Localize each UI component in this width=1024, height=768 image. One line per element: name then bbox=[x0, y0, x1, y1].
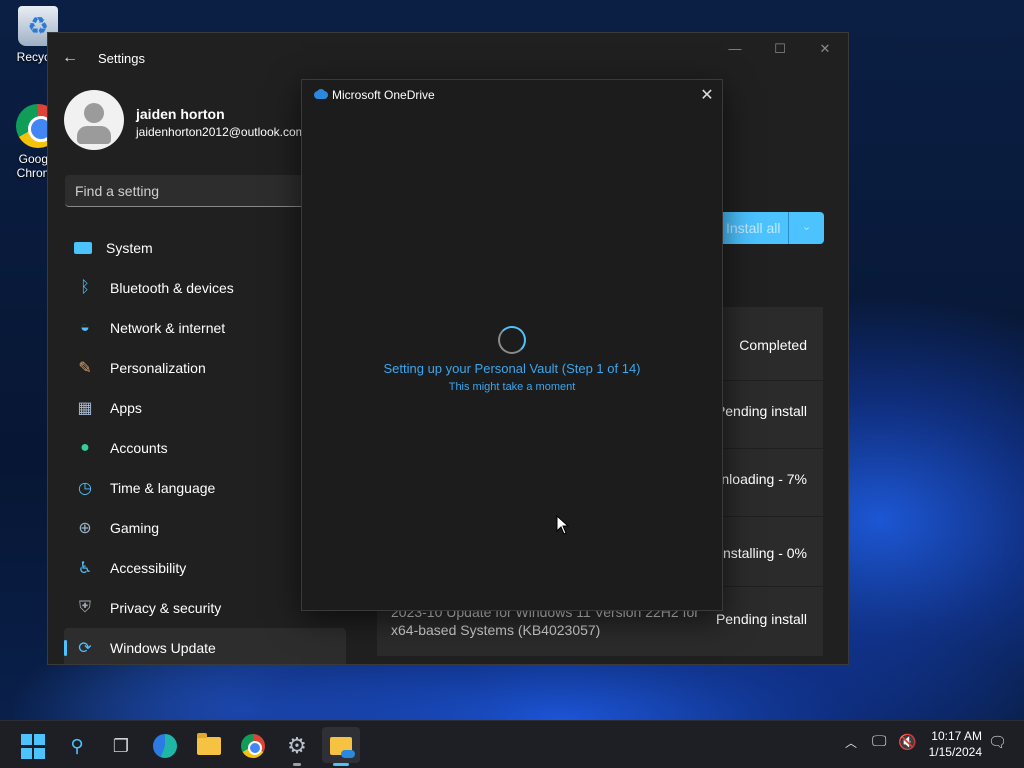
bluetooth-icon: ᛒ bbox=[80, 279, 90, 296]
sidebar-item-label: Privacy & security bbox=[110, 600, 222, 616]
chrome-icon[interactable] bbox=[240, 733, 266, 759]
close-button[interactable]: ✕ bbox=[810, 41, 840, 61]
update-status: Completed bbox=[739, 337, 807, 353]
install-all-button[interactable]: Install all ⌄ bbox=[718, 212, 824, 244]
gamepad-icon: ⊕ bbox=[78, 520, 92, 537]
loading-spinner-icon bbox=[498, 326, 526, 354]
minimize-button[interactable]: — bbox=[720, 41, 750, 61]
close-icon[interactable]: ✕ bbox=[696, 85, 718, 105]
settings-titlebar[interactable]: ← Settings — ☐ ✕ bbox=[48, 33, 848, 83]
accessibility-icon: ♿ bbox=[77, 560, 93, 577]
maximize-button[interactable]: ☐ bbox=[765, 41, 795, 61]
update-status: Pending install bbox=[715, 403, 807, 419]
sidebar-item-label: Personalization bbox=[110, 360, 206, 376]
brush-icon: ✎ bbox=[78, 360, 92, 377]
clock-time[interactable]: 10:17 AM bbox=[930, 729, 982, 743]
sidebar-item-label: Time & language bbox=[110, 480, 216, 496]
sidebar-item-label: Network & internet bbox=[110, 320, 226, 336]
update-title-line2: x64-based Systems (KB4023057) bbox=[391, 622, 601, 638]
update-status: Installing - 0% bbox=[719, 545, 807, 561]
search-icon[interactable]: ⚲ bbox=[64, 733, 90, 759]
settings-gear-icon[interactable]: ⚙ bbox=[284, 733, 310, 759]
update-icon: ⟳ bbox=[78, 640, 92, 657]
update-status: Pending install bbox=[715, 611, 807, 627]
sidebar-item-label: Apps bbox=[110, 400, 142, 416]
system-icon bbox=[74, 242, 92, 254]
onedrive-dialog: Microsoft OneDrive ✕ Setting up your Per… bbox=[301, 79, 723, 611]
taskbar: ⚲ ❐ ⚙ bbox=[0, 720, 1024, 768]
avatar[interactable] bbox=[64, 90, 124, 150]
shield-icon: ⛨ bbox=[78, 599, 91, 616]
volume-muted-icon[interactable]: 🔇 bbox=[898, 733, 917, 751]
user-email: jaidenhorton2012@outlook.com bbox=[136, 125, 306, 139]
mouse-cursor-icon bbox=[556, 515, 570, 535]
onedrive-folder-icon[interactable] bbox=[328, 733, 355, 759]
wifi-icon: ◒ bbox=[80, 319, 90, 336]
active-indicator bbox=[333, 763, 349, 766]
apps-icon: ▦ bbox=[77, 400, 93, 417]
sidebar-item-label: Bluetooth & devices bbox=[110, 280, 234, 296]
file-explorer-icon[interactable] bbox=[196, 733, 222, 759]
clock-date[interactable]: 1/15/2024 bbox=[922, 745, 982, 759]
user-name: jaiden horton bbox=[136, 106, 225, 122]
network-icon[interactable]: 🖵 bbox=[872, 733, 886, 750]
onedrive-cloud-icon bbox=[312, 89, 328, 99]
chevron-down-icon[interactable]: ⌄ bbox=[789, 212, 824, 244]
user-icon-head bbox=[84, 103, 104, 123]
install-all-label: Install all bbox=[726, 220, 781, 236]
account-icon: ● bbox=[80, 439, 90, 456]
chevron-up-icon[interactable]: ︿ bbox=[845, 734, 857, 751]
user-icon-body bbox=[77, 126, 111, 144]
window-title: Settings bbox=[98, 51, 145, 66]
task-view-icon[interactable]: ❐ bbox=[108, 733, 134, 759]
back-arrow-icon[interactable]: ← bbox=[62, 49, 84, 69]
clock-globe-icon: ◷ bbox=[78, 480, 92, 497]
sidebar-item-label: Accessibility bbox=[110, 560, 187, 576]
notification-icon[interactable]: 🗨 bbox=[988, 733, 1007, 751]
edge-icon[interactable] bbox=[152, 733, 178, 759]
sidebar-item-windows-update[interactable]: ⟳ Windows Update bbox=[64, 628, 346, 664]
sidebar-item-label: System bbox=[106, 240, 153, 256]
dialog-message: Setting up your Personal Vault (Step 1 o… bbox=[383, 361, 641, 376]
sidebar-item-label: Gaming bbox=[110, 520, 160, 536]
dialog-title: Microsoft OneDrive bbox=[332, 88, 435, 102]
start-icon[interactable] bbox=[20, 733, 46, 759]
dialog-submessage: This might take a moment bbox=[448, 381, 576, 393]
sidebar-item-label: Windows Update bbox=[110, 640, 216, 656]
running-indicator bbox=[293, 763, 301, 766]
sidebar-item-label: Accounts bbox=[110, 440, 168, 456]
